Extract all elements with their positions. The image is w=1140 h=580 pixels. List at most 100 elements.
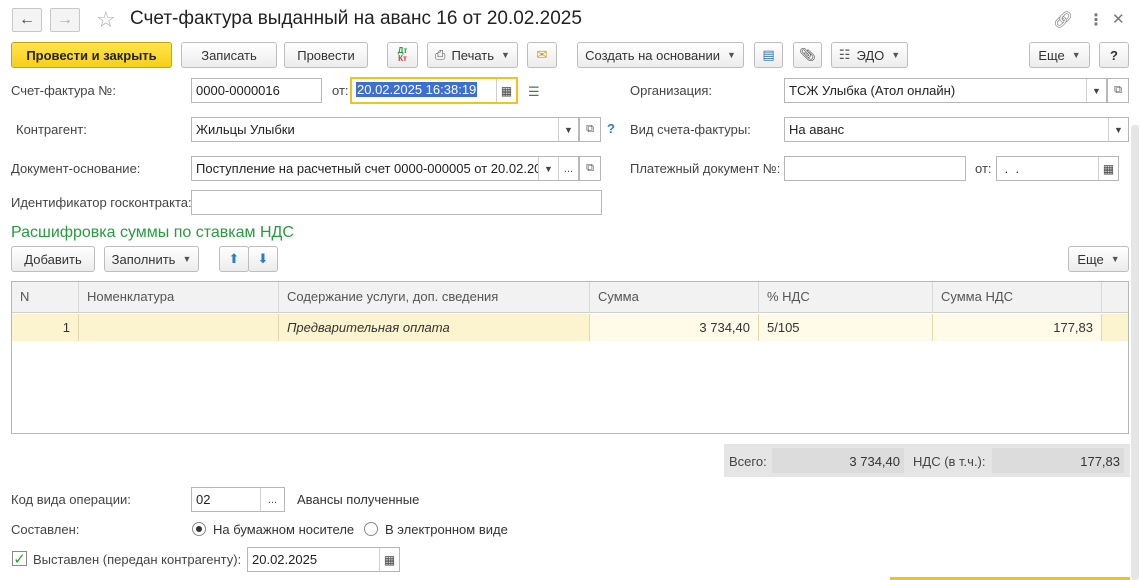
cell-vat-sum[interactable]: 177,83 (933, 314, 1102, 341)
ellipsis-icon[interactable]: ... (558, 157, 578, 180)
cell-sum[interactable]: 3 734,40 (590, 314, 759, 341)
dt-kt-icon: Дт Кт (397, 46, 408, 63)
col-vat-sum[interactable]: Сумма НДС (933, 282, 1102, 313)
col-vat-rate[interactable]: % НДС (759, 282, 933, 313)
issued-checkbox[interactable]: ✓ (12, 551, 27, 568)
more-vertical-icon[interactable]: ⋮ (1088, 10, 1104, 30)
date-value: 20.02.2025 16:38:19 (356, 82, 478, 97)
issued-date-value: 20.02.2025 (252, 552, 318, 567)
help-button[interactable]: ? (1099, 42, 1129, 68)
issued-date-field[interactable]: 20.02.2025 ▦ (247, 547, 400, 572)
chevron-down-icon[interactable]: ▼ (538, 157, 558, 180)
create-based-on-label: Создать на основании (585, 47, 720, 63)
issued-label[interactable]: Выставлен (передан контрагенту): (33, 552, 241, 567)
op-code-desc: Авансы полученные (297, 492, 420, 507)
ellipsis-icon[interactable]: ... (260, 488, 284, 511)
counterparty-value: Жильцы Улыбки (196, 122, 295, 137)
create-based-on-button[interactable]: Создать на основании ▼ (577, 42, 744, 68)
pay-doc-field[interactable] (784, 156, 966, 181)
post-label: Провести (297, 47, 355, 63)
more-button[interactable]: Еще ▼ (1029, 42, 1090, 68)
radio-electronic-label[interactable]: В электронном виде (385, 522, 508, 537)
post-and-close-button[interactable]: Провести и закрыть (11, 42, 172, 68)
col-content[interactable]: Содержание услуги, доп. сведения (279, 282, 590, 313)
pay-doc-date-label: от: (975, 161, 992, 176)
cell-vat-rate[interactable]: 5/105 (759, 314, 933, 341)
date-label: от: (332, 83, 349, 98)
cell-n[interactable]: 1 (12, 314, 79, 341)
op-code-label: Код вида операции: (11, 492, 131, 507)
edo-label: ЭДО (856, 47, 885, 63)
radio-paper[interactable] (192, 522, 206, 536)
print-button[interactable]: ⎙ Печать ▼ (427, 42, 518, 68)
org-open-button[interactable]: ⧉ (1107, 78, 1129, 103)
date-field[interactable]: 20.02.2025 16:38:19 ▦ (350, 77, 518, 104)
fill-label: Заполнить (111, 251, 176, 267)
calendar-icon[interactable]: ▦ (379, 548, 399, 571)
vat-table[interactable]: N Номенклатура Содержание услуги, доп. с… (11, 281, 1129, 434)
envelope-icon: ✉ (536, 47, 548, 62)
edo-button[interactable]: ☷ ЭДО ▼ (831, 42, 908, 68)
chevron-down-icon[interactable]: ▼ (1108, 118, 1128, 141)
op-code-value: 02 (196, 492, 211, 507)
total-label: Всего: (729, 454, 767, 469)
move-down-button[interactable]: ⬇︎ (248, 246, 278, 272)
radio-electronic[interactable] (364, 522, 378, 536)
cell-nomenclature[interactable] (79, 314, 279, 341)
table-more-label: Еще (1077, 251, 1104, 267)
post-and-close-label: Провести и закрыть (26, 47, 157, 63)
dt-kt-button[interactable]: Дт Кт (387, 42, 418, 68)
move-up-button[interactable]: ⬆︎ (219, 246, 249, 272)
contract-id-label: Идентификатор госконтракта: (11, 195, 192, 210)
chevron-down-icon[interactable]: ▼ (1086, 79, 1106, 102)
forward-button[interactable]: → (50, 8, 80, 32)
invoice-kind-field[interactable]: На аванс ▼ (784, 117, 1129, 142)
print-label: Печать (451, 47, 495, 63)
attachments-button[interactable]: 📎︎ (793, 42, 822, 68)
org-field[interactable]: ТСЖ Улыбка (Атол онлайн) ▼ (784, 78, 1107, 103)
counterparty-field[interactable]: Жильцы Улыбки ▼ (191, 117, 579, 142)
structure-button[interactable]: ▤ (754, 42, 783, 68)
contract-id-value (192, 191, 601, 214)
close-icon[interactable]: ✕ (1112, 10, 1125, 28)
chevron-down-icon[interactable]: ▼ (558, 118, 578, 141)
calendar-icon[interactable]: ▦ (496, 79, 516, 102)
op-code-field[interactable]: 02 ... (191, 487, 285, 512)
base-doc-field[interactable]: Поступление на расчетный счет 0000-00000… (191, 156, 579, 181)
paperclip-icon: 📎︎ (799, 47, 816, 62)
post-button[interactable]: Провести (284, 42, 368, 68)
pay-doc-date-field[interactable]: . . ▦ (996, 156, 1119, 181)
counterparty-open-button[interactable]: ⧉ (579, 117, 601, 142)
email-button[interactable]: ✉ (527, 42, 557, 68)
arrow-up-icon: ⬆︎ (228, 251, 240, 266)
add-button[interactable]: Добавить (11, 246, 95, 272)
help-icon[interactable]: ? (607, 121, 615, 136)
radio-paper-label[interactable]: На бумажном носителе (213, 522, 354, 537)
invoice-no-field[interactable]: 0000-0000016 (191, 78, 322, 103)
save-button[interactable]: Записать (181, 42, 277, 68)
col-nomenclature[interactable]: Номенклатура (79, 282, 279, 313)
invoice-no-value: 0000-0000016 (196, 83, 280, 98)
page-title: Счет-фактура выданный на аванс 16 от 20.… (130, 8, 582, 29)
link-icon[interactable]: 🔗︎ (1053, 10, 1073, 30)
org-label: Организация: (630, 83, 713, 98)
contract-id-field[interactable] (191, 190, 602, 215)
open-icon: ⧉ (586, 123, 594, 135)
fill-button[interactable]: Заполнить ▼ (104, 246, 199, 272)
base-doc-value: Поступление на расчетный счет 0000-00000… (196, 161, 538, 176)
table-more-button[interactable]: Еще ▼ (1068, 246, 1129, 272)
back-button[interactable]: ← (12, 8, 42, 32)
col-sum[interactable]: Сумма (590, 282, 759, 313)
col-n[interactable]: N (12, 282, 79, 313)
star-icon[interactable]: ☆ (96, 7, 116, 33)
chevron-down-icon: ▼ (726, 50, 736, 60)
chevron-down-icon: ▼ (1071, 50, 1081, 60)
table-header: N Номенклатура Содержание услуги, доп. с… (12, 282, 1128, 313)
history-icon[interactable]: ☰ (528, 84, 540, 100)
calendar-icon[interactable]: ▦ (1098, 157, 1118, 180)
pay-doc-date-value: . . (1001, 161, 1020, 176)
vertical-scrollbar[interactable] (1131, 125, 1139, 580)
table-row[interactable]: 1 Предварительная оплата 3 734,40 5/105 … (12, 314, 1128, 341)
cell-content[interactable]: Предварительная оплата (279, 314, 590, 341)
base-doc-open-button[interactable]: ⧉ (579, 156, 601, 181)
